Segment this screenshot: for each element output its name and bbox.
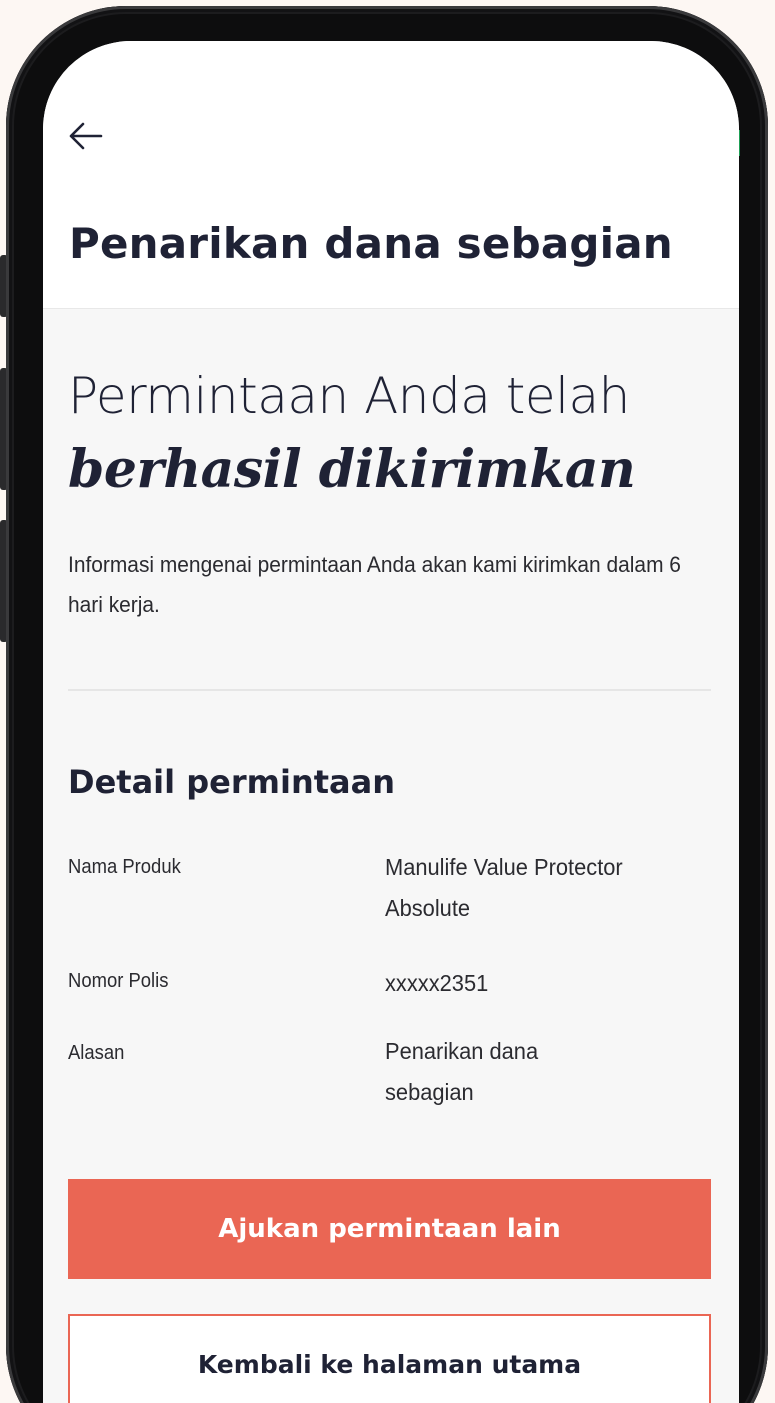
- headline-line-2: berhasil dikirimkan: [68, 439, 636, 500]
- back-to-home-button[interactable]: Kembali ke halaman utama: [68, 1314, 711, 1403]
- detail-label-reason: Alasan: [68, 1041, 125, 1064]
- arrow-left-icon[interactable]: [67, 121, 103, 151]
- app-header: Penarikan dana sebagian: [43, 41, 739, 309]
- detail-label-policy: Nomor Polis: [68, 969, 169, 992]
- confirmation-headline: Permintaan Anda telah berhasil dikirimka…: [68, 359, 718, 507]
- app-screen: Penarikan dana sebagian Permintaan Anda …: [43, 41, 739, 1403]
- section-divider: [68, 689, 711, 691]
- details-title: Detail permintaan: [68, 763, 395, 801]
- info-text: Informasi mengenai permintaan Anda akan …: [68, 552, 681, 617]
- detail-value-product: Manulife Value Protector Absolute: [385, 854, 623, 921]
- stage: Penarikan dana sebagian Permintaan Anda …: [0, 0, 775, 1403]
- detail-value-policy: xxxxx2351: [385, 970, 489, 996]
- headline-line-1: Permintaan Anda telah: [68, 367, 630, 425]
- page-title: Penarikan dana sebagian: [69, 219, 673, 268]
- detail-value-reason: Penarikan dana sebagian: [385, 1038, 539, 1105]
- detail-label-product: Nama Produk: [68, 855, 181, 878]
- submit-another-request-button[interactable]: Ajukan permintaan lain: [68, 1179, 711, 1279]
